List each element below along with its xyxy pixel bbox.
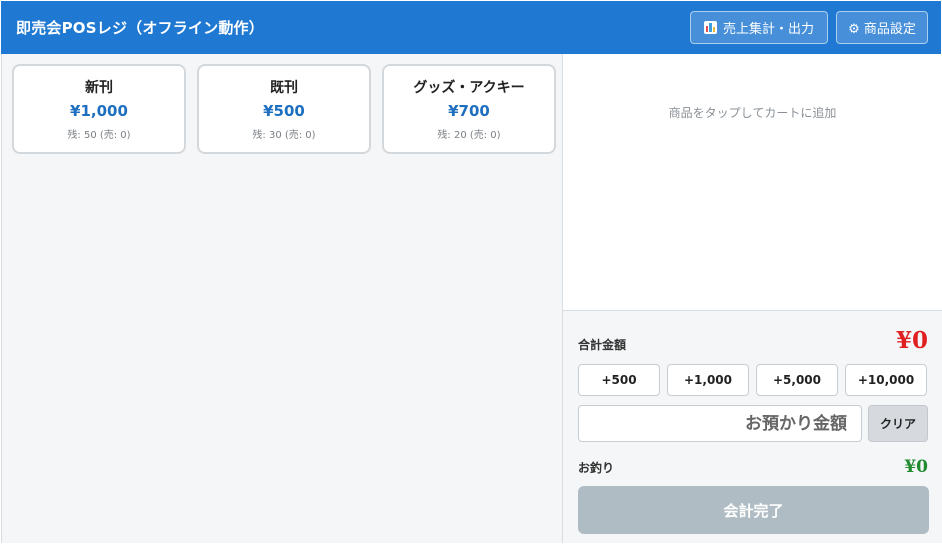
product-grid: 新刊 ¥1,000 残: 50 (売: 0) 既刊 ¥500 残: 30 (売:… <box>12 64 556 154</box>
product-pane: 新刊 ¥1,000 残: 50 (売: 0) 既刊 ¥500 残: 30 (売:… <box>1 54 562 543</box>
tendered-amount-input[interactable] <box>578 405 862 442</box>
product-stock: 残: 30 (売: 0) <box>252 130 316 141</box>
cart-empty-message: 商品をタップしてカートに追加 <box>668 106 837 120</box>
quick-amount-button-1000[interactable]: +1,000 <box>667 364 749 396</box>
total-row: 合計金額 ¥0 <box>578 327 928 354</box>
product-name: 既刊 <box>270 80 298 96</box>
app-header: 即売会POSレジ（オフライン動作） 売上集計・出力 ⚙ 商品設定 <box>1 1 941 54</box>
product-card[interactable]: 新刊 ¥1,000 残: 50 (売: 0) <box>12 64 186 154</box>
product-price: ¥500 <box>263 102 305 120</box>
header-actions: 売上集計・出力 ⚙ 商品設定 <box>690 11 928 44</box>
chart-icon <box>703 21 717 34</box>
change-label: お釣り <box>578 460 615 475</box>
quick-amount-button-500[interactable]: +500 <box>578 364 660 396</box>
product-card[interactable]: グッズ・アクキー ¥700 残: 20 (売: 0) <box>382 64 556 154</box>
quick-amount-row: +500 +1,000 +5,000 +10,000 <box>578 364 927 396</box>
clear-button[interactable]: クリア <box>868 405 928 442</box>
product-stock: 残: 20 (売: 0) <box>437 130 501 141</box>
total-value: ¥0 <box>895 327 928 354</box>
change-row: お釣り ¥0 <box>578 457 928 477</box>
change-value: ¥0 <box>904 457 928 477</box>
product-name: グッズ・アクキー <box>413 80 525 96</box>
product-price: ¥700 <box>448 102 490 120</box>
product-settings-label: ⚙ 商品設定 <box>848 22 916 37</box>
sales-summary-button[interactable]: 売上集計・出力 <box>690 11 828 44</box>
app-title: 即売会POSレジ（オフライン動作） <box>16 19 264 37</box>
product-card[interactable]: 既刊 ¥500 残: 30 (売: 0) <box>197 64 371 154</box>
complete-checkout-button[interactable]: 会計完了 <box>578 486 929 534</box>
product-name: 新刊 <box>85 80 113 96</box>
checkout-panel: 合計金額 ¥0 +500 +1,000 +5,000 +10,000 クリア お… <box>563 310 942 543</box>
cart-pane: 商品をタップしてカートに追加 合計金額 ¥0 +500 +1,000 +5,00… <box>562 54 942 543</box>
product-stock: 残: 50 (売: 0) <box>67 130 131 141</box>
sales-summary-label: 売上集計・出力 <box>722 22 814 37</box>
quick-amount-button-10000[interactable]: +10,000 <box>845 364 927 396</box>
product-settings-button[interactable]: ⚙ 商品設定 <box>836 11 928 44</box>
total-label: 合計金額 <box>578 338 627 352</box>
product-price: ¥1,000 <box>70 102 128 120</box>
quick-amount-button-5000[interactable]: +5,000 <box>756 364 838 396</box>
tender-row: クリア <box>578 405 928 442</box>
